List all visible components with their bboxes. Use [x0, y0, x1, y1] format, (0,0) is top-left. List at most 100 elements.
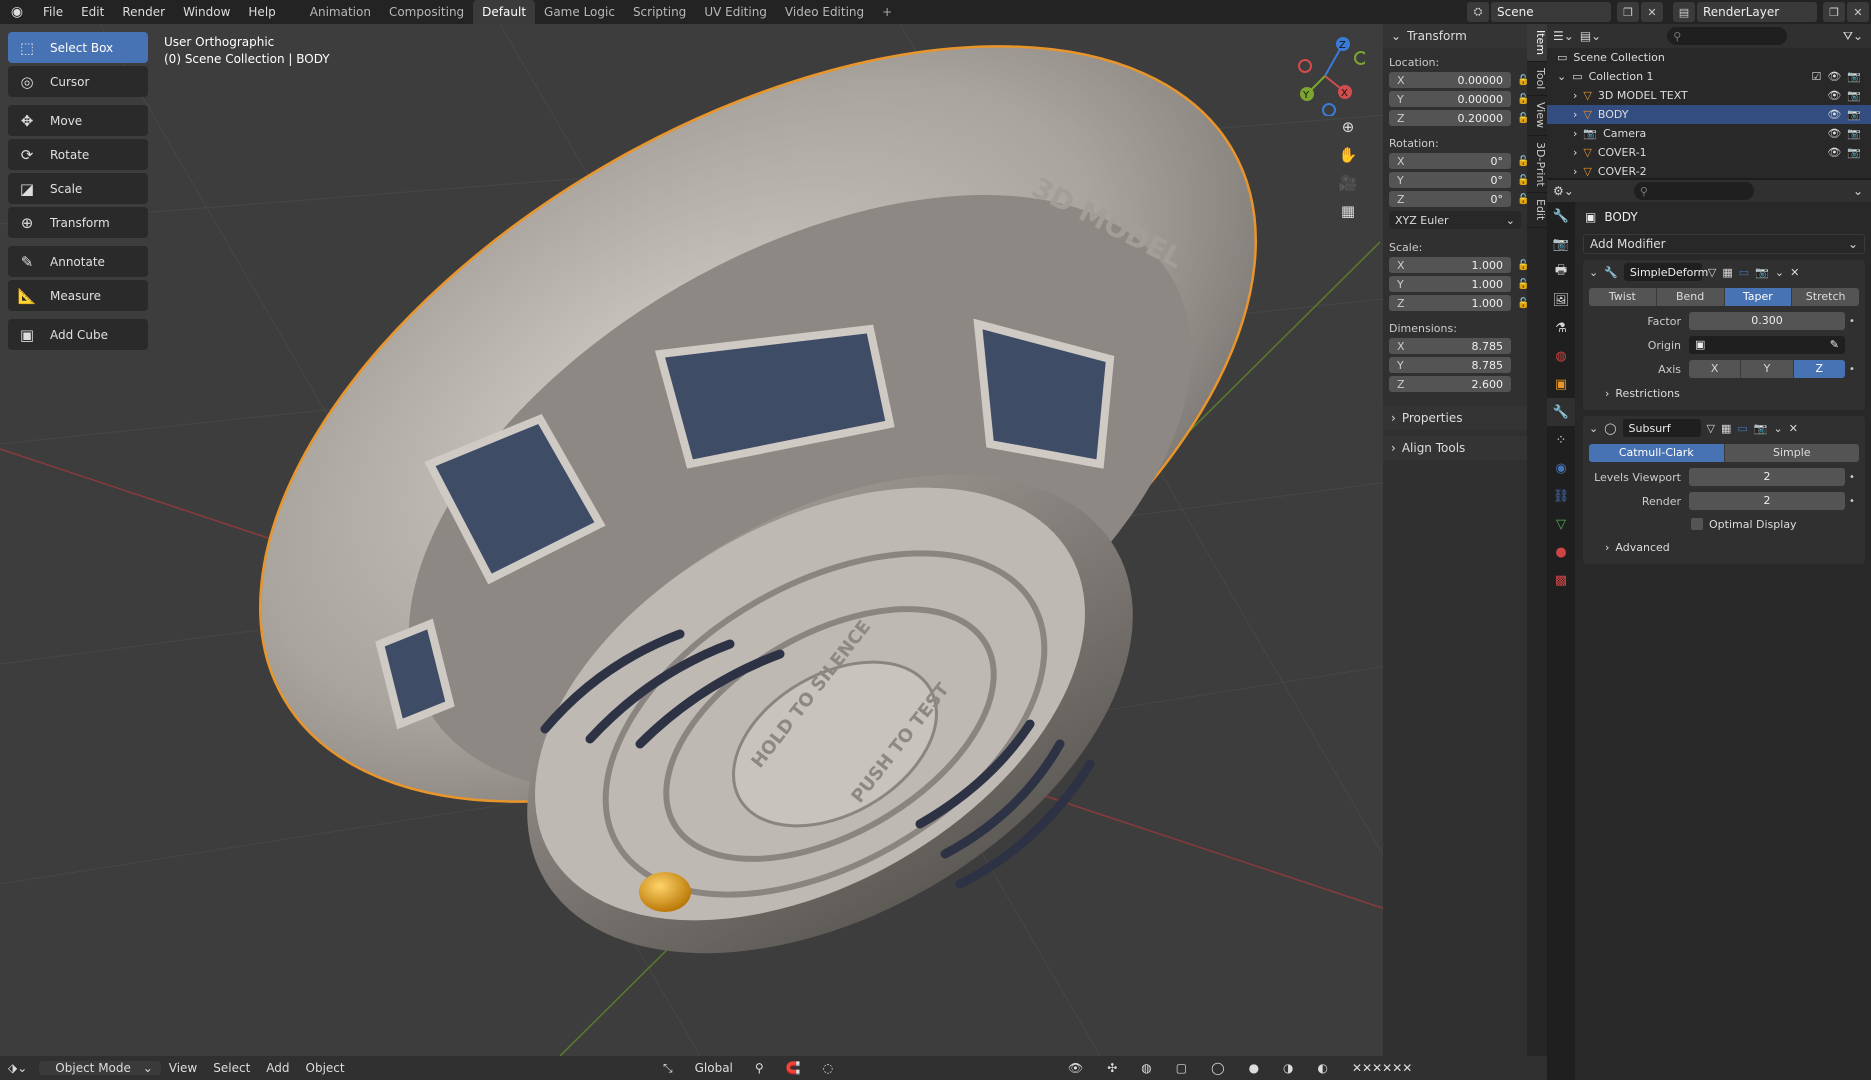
tab-animation[interactable]: Animation: [301, 0, 380, 24]
texture-tab-icon[interactable]: ▩: [1547, 566, 1575, 594]
dim-z-field[interactable]: Z 2.600: [1389, 376, 1511, 392]
rotation-y-field[interactable]: Y 0°: [1389, 172, 1511, 188]
tab-game-logic[interactable]: Game Logic: [535, 0, 624, 24]
view-layer-tab-icon[interactable]: 🖼: [1547, 286, 1575, 314]
collapse-icon[interactable]: ⌄: [1589, 422, 1598, 435]
tool-tab-icon[interactable]: 🔧: [1547, 202, 1575, 230]
expand-icon[interactable]: ⌄: [1557, 70, 1566, 83]
tool-select-box[interactable]: ⬚ Select Box: [8, 32, 148, 63]
delete-scene-icon[interactable]: ✕: [1641, 2, 1663, 22]
rotation-z-field[interactable]: Z 0°: [1389, 191, 1511, 207]
eye-icon[interactable]: 👁: [1827, 127, 1841, 140]
type-catmull-clark[interactable]: Catmull-Clark: [1589, 444, 1725, 462]
tool-cursor[interactable]: ◎ Cursor: [8, 66, 148, 97]
physics-tab-icon[interactable]: ◉: [1547, 454, 1575, 482]
render-tab-icon[interactable]: 📷: [1547, 230, 1575, 258]
outliner-item[interactable]: › ▽ COVER-1 👁 📷: [1547, 143, 1871, 162]
optimal-display-checkbox[interactable]: Optimal Display: [1691, 514, 1859, 534]
tab-default[interactable]: Default: [473, 0, 536, 24]
render-toggle-icon[interactable]: 📷: [1754, 422, 1768, 435]
material-shading-icon[interactable]: ◑: [1275, 1061, 1301, 1075]
render-levels-field[interactable]: 2: [1689, 492, 1845, 510]
dim-y-field[interactable]: Y 8.785: [1389, 357, 1511, 373]
menu-window[interactable]: Window: [174, 0, 239, 24]
axis-y-button[interactable]: Y: [1741, 360, 1794, 378]
cage-toggle-icon[interactable]: ▦: [1722, 266, 1732, 279]
location-z-field[interactable]: Z 0.20000: [1389, 110, 1511, 126]
tool-rotate[interactable]: ⟳ Rotate: [8, 139, 148, 170]
scene-icon[interactable]: ⛭: [1467, 2, 1489, 22]
keyframe-dot-icon[interactable]: •: [1845, 496, 1859, 507]
tab-3d-print[interactable]: 3D-Print: [1527, 136, 1547, 194]
restrictions-subpanel[interactable]: › Restrictions: [1583, 382, 1865, 404]
pivot-icon[interactable]: ⚲: [747, 1061, 772, 1075]
menu-edit[interactable]: Edit: [72, 0, 113, 24]
menu-add[interactable]: Add: [258, 1061, 297, 1075]
add-modifier-button[interactable]: Add Modifier ⌄: [1583, 234, 1865, 254]
orientation-icon[interactable]: ⤡: [655, 1061, 681, 1076]
snap-icon[interactable]: 🧲: [778, 1061, 809, 1075]
new-layer-icon[interactable]: ❐: [1823, 2, 1845, 22]
checkbox-icon[interactable]: ☑: [1811, 70, 1821, 83]
mode-select[interactable]: Object Mode ⌄: [39, 1061, 161, 1075]
particles-tab-icon[interactable]: ⁘: [1547, 426, 1575, 454]
tool-annotate[interactable]: ✎ Annotate: [8, 246, 148, 277]
navigation-gizmo[interactable]: Z X Y: [1285, 36, 1365, 116]
camera-icon[interactable]: 📷: [1847, 127, 1861, 140]
render-layer-icon[interactable]: ▤: [1673, 2, 1695, 22]
restrict-visibility-icon[interactable]: ✕✕✕✕✕✕: [1344, 1061, 1420, 1075]
display-mode-icon[interactable]: ▤⌄: [1580, 29, 1601, 43]
camera-icon[interactable]: 📷: [1847, 108, 1861, 121]
outliner-editor-icon[interactable]: ☰⌄: [1553, 29, 1574, 43]
close-icon[interactable]: ✕: [1790, 266, 1799, 279]
material-tab-icon[interactable]: ●: [1547, 538, 1575, 566]
menu-select[interactable]: Select: [205, 1061, 258, 1075]
ortho-grid-icon[interactable]: ▦: [1335, 198, 1361, 224]
3d-viewport[interactable]: 3D MODEL HOLD TO SILENCE PUSH TO TEST Us…: [0, 24, 1527, 1056]
tool-add-cube[interactable]: ▣ Add Cube: [8, 319, 148, 350]
modifier-name-field[interactable]: SimpleDeform: [1623, 263, 1708, 281]
tool-measure[interactable]: 📐 Measure: [8, 280, 148, 311]
rotation-x-field[interactable]: X 0°: [1389, 153, 1511, 169]
eye-icon[interactable]: 👁: [1827, 146, 1841, 159]
viewport-toggle-icon[interactable]: ▭: [1739, 266, 1749, 279]
collapse-icon[interactable]: ⌄: [1589, 266, 1598, 279]
gizmo-toggle-icon[interactable]: ✣: [1099, 1061, 1125, 1075]
new-scene-icon[interactable]: ❐: [1617, 2, 1639, 22]
tab-tool[interactable]: Tool: [1527, 62, 1547, 97]
advanced-subpanel[interactable]: › Advanced: [1583, 536, 1865, 558]
scale-y-field[interactable]: Y 1.000: [1389, 276, 1511, 292]
mode-bend[interactable]: Bend: [1656, 288, 1725, 306]
outliner-item[interactable]: › 📷 Camera 👁 📷: [1547, 124, 1871, 143]
modifier-tab-icon[interactable]: 🔧: [1547, 398, 1575, 426]
eye-icon[interactable]: 👁: [1827, 89, 1841, 102]
chevron-down-icon[interactable]: ⌄: [1775, 266, 1784, 279]
cage-toggle-icon[interactable]: ▦: [1721, 422, 1731, 435]
render-toggle-icon[interactable]: 📷: [1755, 266, 1769, 279]
scale-z-field[interactable]: Z 1.000: [1389, 295, 1511, 311]
expand-icon[interactable]: ›: [1573, 146, 1577, 159]
editmode-toggle-icon[interactable]: ▽: [1708, 266, 1716, 279]
tab-scripting[interactable]: Scripting: [624, 0, 695, 24]
rendered-shading-icon[interactable]: ◐: [1310, 1061, 1336, 1075]
outliner-search-input[interactable]: ⚲: [1667, 27, 1788, 45]
axis-x-button[interactable]: X: [1689, 360, 1742, 378]
tool-move[interactable]: ✥ Move: [8, 105, 148, 136]
object-tab-icon[interactable]: ▣: [1547, 370, 1575, 398]
eye-icon[interactable]: 👁: [1827, 70, 1841, 83]
outliner-item-selected[interactable]: › ▽ BODY 👁 📷: [1547, 105, 1871, 124]
scale-x-field[interactable]: X 1.000: [1389, 257, 1511, 273]
menu-help[interactable]: Help: [239, 0, 284, 24]
location-x-field[interactable]: X 0.00000: [1389, 72, 1511, 88]
tab-video-editing[interactable]: Video Editing: [776, 0, 873, 24]
location-y-field[interactable]: Y 0.00000: [1389, 91, 1511, 107]
viewport-toggle-icon[interactable]: ▭: [1737, 422, 1747, 435]
constraints-tab-icon[interactable]: ⛓: [1547, 482, 1575, 510]
menu-object[interactable]: Object: [298, 1061, 353, 1075]
outliner-collection[interactable]: ⌄ ▭ Collection 1 ☑ 👁 📷: [1547, 67, 1871, 86]
mode-stretch[interactable]: Stretch: [1792, 288, 1859, 306]
factor-field[interactable]: 0.300: [1689, 312, 1845, 330]
zoom-icon[interactable]: ⊕: [1335, 114, 1361, 140]
xray-icon[interactable]: ▢: [1168, 1061, 1195, 1075]
solid-shading-icon[interactable]: ●: [1241, 1061, 1267, 1075]
